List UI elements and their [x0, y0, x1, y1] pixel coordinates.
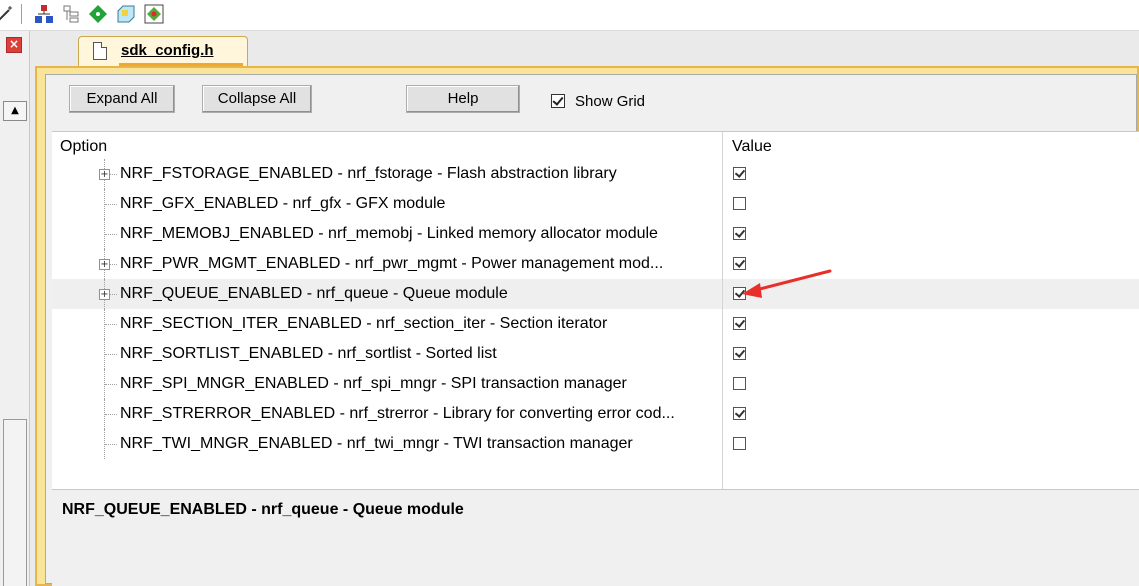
options-grid: Option Value + NRF_FSTORAGE_ENABLED - nrf… [52, 131, 1139, 489]
table-row[interactable]: + NRF_PWR_MGMT_ENABLED - nrf_pwr_mgmt - P… [52, 249, 1139, 279]
tree-branch [105, 354, 117, 355]
tree-branch [105, 324, 117, 325]
tree-branch [105, 384, 117, 385]
document-icon [93, 42, 107, 60]
expand-all-button[interactable]: Expand All [69, 85, 175, 113]
option-label: NRF_SECTION_ITER_ENABLED - nrf_section_i… [120, 315, 608, 332]
option-label: NRF_QUEUE_ENABLED - nrf_queue - Queue mo… [120, 285, 508, 302]
value-checkbox[interactable] [733, 287, 746, 300]
hierarchy-icon[interactable] [33, 3, 55, 25]
wand-icon[interactable] [0, 3, 16, 25]
option-column-header: Option [60, 138, 108, 155]
value-checkbox[interactable] [733, 197, 746, 210]
value-checkbox[interactable] [733, 437, 746, 450]
table-row[interactable]: NRF_GFX_ENABLED - nrf_gfx - GFX module [52, 189, 1139, 219]
diamond-move-icon[interactable] [87, 3, 109, 25]
tab-sdk-config[interactable]: sdk_config.h [78, 36, 248, 66]
toolbar-separator [21, 4, 22, 24]
selection-highlight [723, 279, 1139, 309]
option-label: NRF_MEMOBJ_ENABLED - nrf_memobj - Linked… [120, 225, 658, 242]
tree-branch [105, 444, 117, 445]
tree-branch [105, 414, 117, 415]
expand-plus-icon[interactable]: + [99, 289, 110, 300]
table-row[interactable]: NRF_TWI_MNGR_ENABLED - nrf_twi_mngr - TW… [52, 429, 1139, 459]
option-label: NRF_STRERROR_ENABLED - nrf_strerror - Li… [120, 405, 675, 422]
value-checkbox[interactable] [733, 167, 746, 180]
show-grid-checkbox[interactable] [551, 94, 565, 108]
config-wizard-panel: Expand All Collapse All Help Show Grid O… [45, 74, 1139, 586]
value-checkbox[interactable] [733, 317, 746, 330]
option-label: NRF_PWR_MGMT_ENABLED - nrf_pwr_mgmt - Po… [120, 255, 664, 272]
help-button[interactable]: Help [406, 85, 520, 113]
tab-label: sdk_config.h [121, 42, 214, 59]
value-checkbox[interactable] [733, 407, 746, 420]
description-panel: NRF_QUEUE_ENABLED - nrf_queue - Queue mo… [52, 489, 1139, 586]
scroll-up-button[interactable]: ▲ [3, 101, 27, 121]
close-icon[interactable]: × [6, 37, 22, 53]
editor-area: sdk_config.h Expand All Collapse All Hel… [30, 31, 1139, 586]
config-wizard-frame: Expand All Collapse All Help Show Grid O… [35, 66, 1139, 586]
tree-branch [105, 234, 117, 235]
option-label: NRF_TWI_MNGR_ENABLED - nrf_twi_mngr - TW… [120, 435, 633, 452]
option-label: NRF_SPI_MNGR_ENABLED - nrf_spi_mngr - SP… [120, 375, 627, 392]
option-label: NRF_GFX_ENABLED - nrf_gfx - GFX module [120, 195, 446, 212]
table-row[interactable]: + NRF_FSTORAGE_ENABLED - nrf_fstorage - F… [52, 159, 1139, 189]
table-row[interactable]: NRF_SORTLIST_ENABLED - nrf_sortlist - So… [52, 339, 1139, 369]
value-checkbox[interactable] [733, 377, 746, 390]
expand-plus-icon[interactable]: + [99, 259, 110, 270]
tree-view-icon[interactable] [143, 3, 165, 25]
tree-branch [105, 204, 117, 205]
toolbar [0, 0, 1139, 31]
table-row[interactable]: + NRF_QUEUE_ENABLED - nrf_queue - Queue m… [52, 279, 1139, 309]
option-label: NRF_FSTORAGE_ENABLED - nrf_fstorage - Fl… [120, 165, 617, 182]
description-text: NRF_QUEUE_ENABLED - nrf_queue - Queue mo… [62, 501, 464, 518]
option-label: NRF_SORTLIST_ENABLED - nrf_sortlist - So… [120, 345, 497, 362]
table-row[interactable]: NRF_SECTION_ITER_ENABLED - nrf_section_i… [52, 309, 1139, 339]
table-row[interactable]: NRF_MEMOBJ_ENABLED - nrf_memobj - Linked… [52, 219, 1139, 249]
table-row[interactable]: NRF_SPI_MNGR_ENABLED - nrf_spi_mngr - SP… [52, 369, 1139, 399]
expand-plus-icon[interactable]: + [99, 169, 110, 180]
value-checkbox[interactable] [733, 227, 746, 240]
value-column-header: Value [732, 138, 772, 155]
show-grid-toggle[interactable]: Show Grid [551, 92, 645, 110]
grid-tree-icon[interactable] [60, 3, 82, 25]
scrollbar-thumb[interactable] [3, 419, 27, 586]
collapse-all-button[interactable]: Collapse All [202, 85, 312, 113]
value-checkbox[interactable] [733, 257, 746, 270]
value-checkbox[interactable] [733, 347, 746, 360]
show-grid-label: Show Grid [575, 92, 646, 110]
left-panel: × ▲ [0, 31, 30, 586]
tag-icon[interactable] [115, 3, 137, 25]
table-row[interactable]: NRF_STRERROR_ENABLED - nrf_strerror - Li… [52, 399, 1139, 429]
